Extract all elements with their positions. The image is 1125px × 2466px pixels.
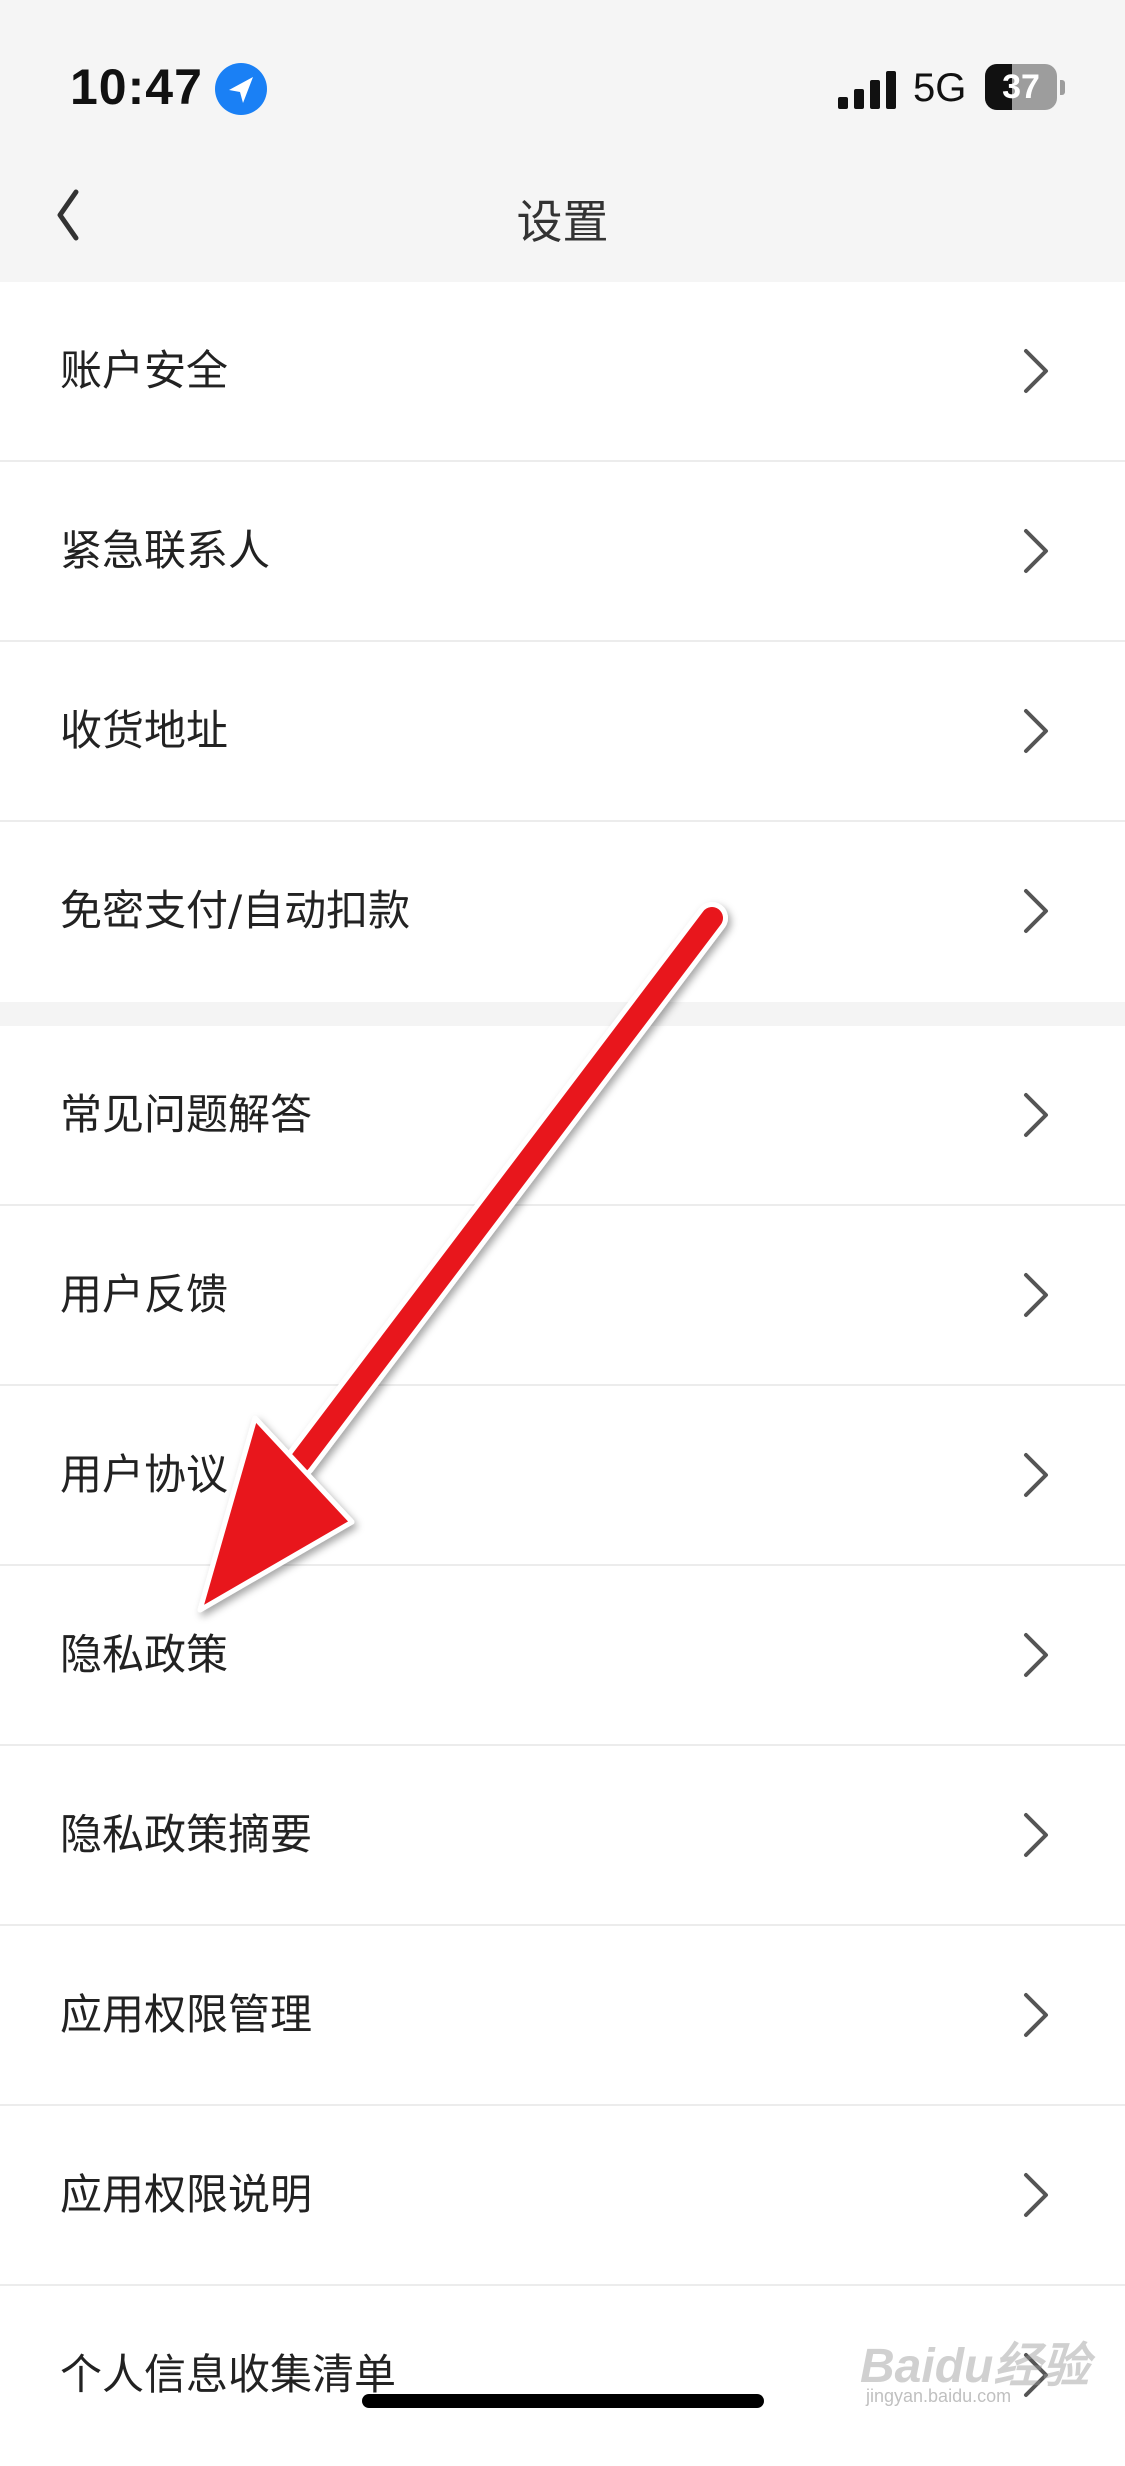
- chevron-right-icon: [1024, 1993, 1048, 2037]
- chevron-right-icon: [1024, 2173, 1048, 2217]
- settings-row-account-security[interactable]: 账户安全: [0, 282, 1125, 462]
- page-title: 设置: [516, 195, 609, 249]
- chevron-right-icon: [1024, 1273, 1048, 1317]
- location-arrow-icon: [215, 63, 267, 115]
- row-label: 免密支付/自动扣款: [60, 886, 411, 935]
- chevron-right-icon: [1024, 529, 1048, 573]
- home-indicator[interactable]: [362, 2394, 764, 2408]
- settings-row-password-free-payment[interactable]: 免密支付/自动扣款: [0, 822, 1125, 1002]
- chevron-right-icon: [1024, 1093, 1048, 1137]
- nav-bar: 设置: [0, 150, 1125, 282]
- row-label: 账户安全: [60, 346, 229, 395]
- row-label: 用户反馈: [60, 1270, 229, 1319]
- settings-row-permission-management[interactable]: 应用权限管理: [0, 1926, 1125, 2106]
- settings-row-user-feedback[interactable]: 用户反馈: [0, 1206, 1125, 1386]
- row-label: 个人信息收集清单: [60, 2350, 397, 2399]
- settings-group-help: 常见问题解答 用户反馈 用户协议 隐私政策 隐私政策摘要 应用权限管理 应用权限…: [0, 1026, 1125, 2466]
- network-type-label: 5G: [913, 66, 967, 110]
- row-label: 应用权限管理: [60, 1990, 313, 2039]
- watermark-url: jingyan.baidu.com: [866, 2386, 1012, 2406]
- row-label: 收货地址: [60, 706, 229, 755]
- battery-level: 37: [1002, 68, 1040, 106]
- settings-row-permission-description[interactable]: 应用权限说明: [0, 2106, 1125, 2286]
- settings-row-privacy-policy[interactable]: 隐私政策: [0, 1566, 1125, 1746]
- status-time: 10:47: [70, 59, 203, 115]
- row-label: 隐私政策: [60, 1630, 229, 1679]
- chevron-right-icon: [1024, 1453, 1048, 1497]
- settings-row-emergency-contact[interactable]: 紧急联系人: [0, 462, 1125, 642]
- chevron-right-icon: [1024, 1813, 1048, 1857]
- row-label: 隐私政策摘要: [60, 1810, 313, 1859]
- row-label: 用户协议: [60, 1450, 229, 1499]
- settings-row-user-agreement[interactable]: 用户协议: [0, 1386, 1125, 1566]
- chevron-right-icon: [1024, 349, 1048, 393]
- settings-row-shipping-address[interactable]: 收货地址: [0, 642, 1125, 822]
- chevron-right-icon: [1024, 1633, 1048, 1677]
- row-label: 紧急联系人: [60, 526, 271, 575]
- battery-icon: 37: [985, 64, 1065, 112]
- row-label: 应用权限说明: [60, 2170, 313, 2219]
- cellular-signal-icon: [838, 70, 900, 114]
- status-bar: 10:47 5G 37: [0, 0, 1125, 150]
- settings-group-account: 账户安全 紧急联系人 收货地址 免密支付/自动扣款: [0, 282, 1125, 1002]
- chevron-right-icon: [1024, 709, 1048, 753]
- baidu-watermark: Baidu经验 jingyan.baidu.com: [860, 2326, 1090, 2416]
- row-label: 常见问题解答: [60, 1090, 313, 1139]
- chevron-right-icon: [1024, 889, 1048, 933]
- settings-row-privacy-summary[interactable]: 隐私政策摘要: [0, 1746, 1125, 1926]
- settings-row-faq[interactable]: 常见问题解答: [0, 1026, 1125, 1206]
